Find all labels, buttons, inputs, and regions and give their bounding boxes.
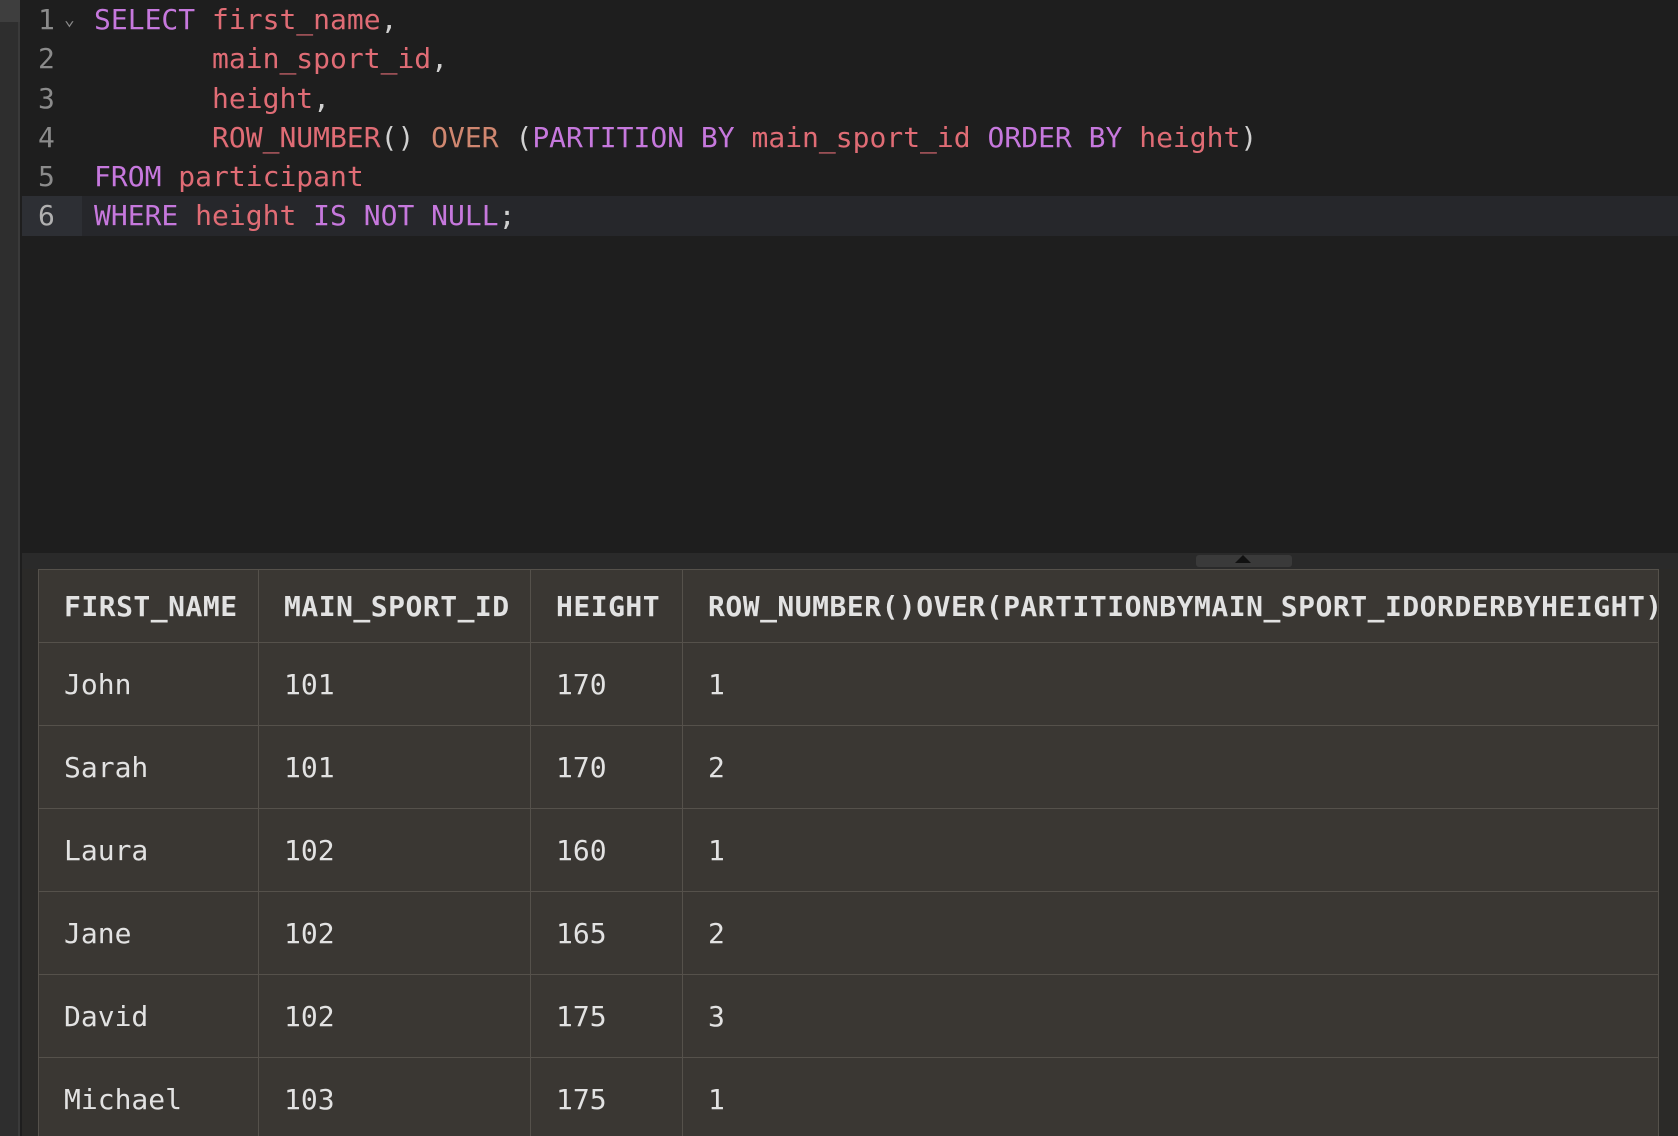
code-token: , bbox=[380, 3, 398, 36]
code-text: WHERE height IS NOT NULL; bbox=[94, 196, 515, 235]
code-token: height bbox=[1139, 120, 1241, 154]
table-cell[interactable]: 175 bbox=[530, 974, 683, 1058]
table-cell[interactable]: 170 bbox=[530, 725, 683, 809]
code-text: FROM participant bbox=[94, 157, 364, 196]
code-token: SELECT bbox=[94, 3, 196, 36]
code-line[interactable]: 3 height, bbox=[22, 79, 1678, 118]
table-cell[interactable]: 1 bbox=[682, 642, 1659, 726]
code-token: PARTITION BY bbox=[532, 120, 735, 154]
code-token: height bbox=[195, 199, 297, 233]
table-cell[interactable]: 101 bbox=[258, 642, 531, 726]
table-cell[interactable]: David bbox=[38, 974, 259, 1058]
table-cell[interactable]: 102 bbox=[258, 808, 531, 892]
table-row[interactable]: John 101 170 1 bbox=[38, 642, 1659, 726]
code-token: , bbox=[431, 42, 449, 76]
code-token: first_name bbox=[212, 3, 381, 36]
code-line[interactable]: 6 WHERE height IS NOT NULL; bbox=[22, 196, 1678, 236]
table-cell[interactable]: 102 bbox=[258, 974, 531, 1058]
column-header[interactable]: FIRST_NAME bbox=[38, 569, 259, 643]
line-number: 6 bbox=[22, 196, 82, 236]
table-cell[interactable]: Laura bbox=[38, 808, 259, 892]
table-cell[interactable]: 175 bbox=[530, 1057, 683, 1136]
table-row[interactable]: Laura 102 160 1 bbox=[38, 808, 1659, 892]
code-token: participant bbox=[178, 160, 364, 194]
code-line[interactable]: 4 ROW_NUMBER() OVER (PARTITION BY main_s… bbox=[22, 118, 1678, 157]
code-line[interactable]: 5 FROM participant bbox=[22, 157, 1678, 196]
table-row[interactable]: David 102 175 3 bbox=[38, 974, 1659, 1058]
table-header-row: FIRST_NAME MAIN_SPORT_ID HEIGHT ROW_NUMBER(… bbox=[38, 569, 1659, 643]
code-token: main_sport_id bbox=[212, 42, 432, 76]
table-cell[interactable]: 103 bbox=[258, 1057, 531, 1136]
table-cell[interactable]: John bbox=[38, 642, 259, 726]
code-token: ( bbox=[498, 120, 533, 154]
line-number: 3 bbox=[38, 81, 55, 115]
table-cell[interactable]: 101 bbox=[258, 725, 531, 809]
chevron-down-icon[interactable]: ⌄ bbox=[64, 0, 75, 39]
table-cell[interactable]: 102 bbox=[258, 891, 531, 975]
results-scroll-gutter bbox=[1660, 569, 1678, 1136]
table-cell[interactable]: 2 bbox=[682, 725, 1659, 809]
caret-up-icon[interactable] bbox=[1235, 555, 1251, 563]
table-cell[interactable]: Jane bbox=[38, 891, 259, 975]
table-cell[interactable]: 2 bbox=[682, 891, 1659, 975]
table-cell[interactable]: 165 bbox=[530, 891, 683, 975]
table-row[interactable]: Michael 103 175 1 bbox=[38, 1057, 1659, 1136]
code-token: IS NOT NULL bbox=[313, 199, 499, 233]
column-header[interactable]: HEIGHT bbox=[530, 569, 683, 643]
column-header[interactable]: MAIN_SPORT_ID bbox=[258, 569, 531, 643]
sql-editor-app: 1 ⌄ SELECT first_name, 2 main_sport_id, 3 he… bbox=[0, 0, 1678, 1136]
code-token: OVER bbox=[431, 120, 499, 154]
line-number: 4 bbox=[38, 120, 55, 154]
table-row[interactable]: Jane 102 165 2 bbox=[38, 891, 1659, 975]
table-cell[interactable]: 1 bbox=[682, 808, 1659, 892]
table-row[interactable]: Sarah 101 170 2 bbox=[38, 725, 1659, 809]
code-text: height, bbox=[94, 79, 330, 118]
table-cell[interactable]: Michael bbox=[38, 1057, 259, 1136]
code-editor[interactable]: 1 ⌄ SELECT first_name, 2 main_sport_id, 3 he… bbox=[22, 0, 1678, 553]
code-text: main_sport_id, bbox=[94, 39, 448, 78]
code-line[interactable]: 1 ⌄ SELECT first_name, bbox=[22, 0, 1678, 39]
code-token: main_sport_id bbox=[751, 120, 971, 154]
code-token: ORDER BY bbox=[987, 120, 1123, 154]
code-token: ; bbox=[498, 199, 516, 233]
results-panel: FIRST_NAME MAIN_SPORT_ID HEIGHT ROW_NUMBER(… bbox=[22, 569, 1678, 1136]
code-token: WHERE bbox=[94, 199, 179, 233]
code-token: ROW_NUMBER bbox=[212, 120, 381, 154]
line-number: 5 bbox=[38, 160, 55, 194]
left-strip-tab[interactable] bbox=[0, 0, 20, 22]
table-cell[interactable]: 3 bbox=[682, 974, 1659, 1058]
table-cell[interactable]: 160 bbox=[530, 808, 683, 892]
code-token: ) bbox=[1240, 120, 1258, 154]
code-text: SELECT first_name, bbox=[94, 0, 397, 39]
code-token: () bbox=[380, 120, 432, 154]
pane-splitter[interactable] bbox=[22, 553, 1678, 569]
column-header[interactable]: ROW_NUMBER()OVER(PARTITIONBYMAIN_SPORT_I… bbox=[682, 569, 1659, 643]
table-cell[interactable]: 170 bbox=[530, 642, 683, 726]
table-cell[interactable]: Sarah bbox=[38, 725, 259, 809]
code-token: FROM bbox=[94, 160, 162, 194]
line-number: 2 bbox=[38, 42, 55, 76]
left-sidebar-strip bbox=[0, 0, 20, 1136]
results-table: FIRST_NAME MAIN_SPORT_ID HEIGHT ROW_NUMBER(… bbox=[38, 569, 1659, 1136]
table-cell[interactable]: 1 bbox=[682, 1057, 1659, 1136]
code-line[interactable]: 2 main_sport_id, bbox=[22, 39, 1678, 78]
code-token: height bbox=[212, 81, 314, 115]
code-text: ROW_NUMBER() OVER (PARTITION BY main_spo… bbox=[94, 118, 1257, 157]
code-token: , bbox=[313, 81, 331, 115]
